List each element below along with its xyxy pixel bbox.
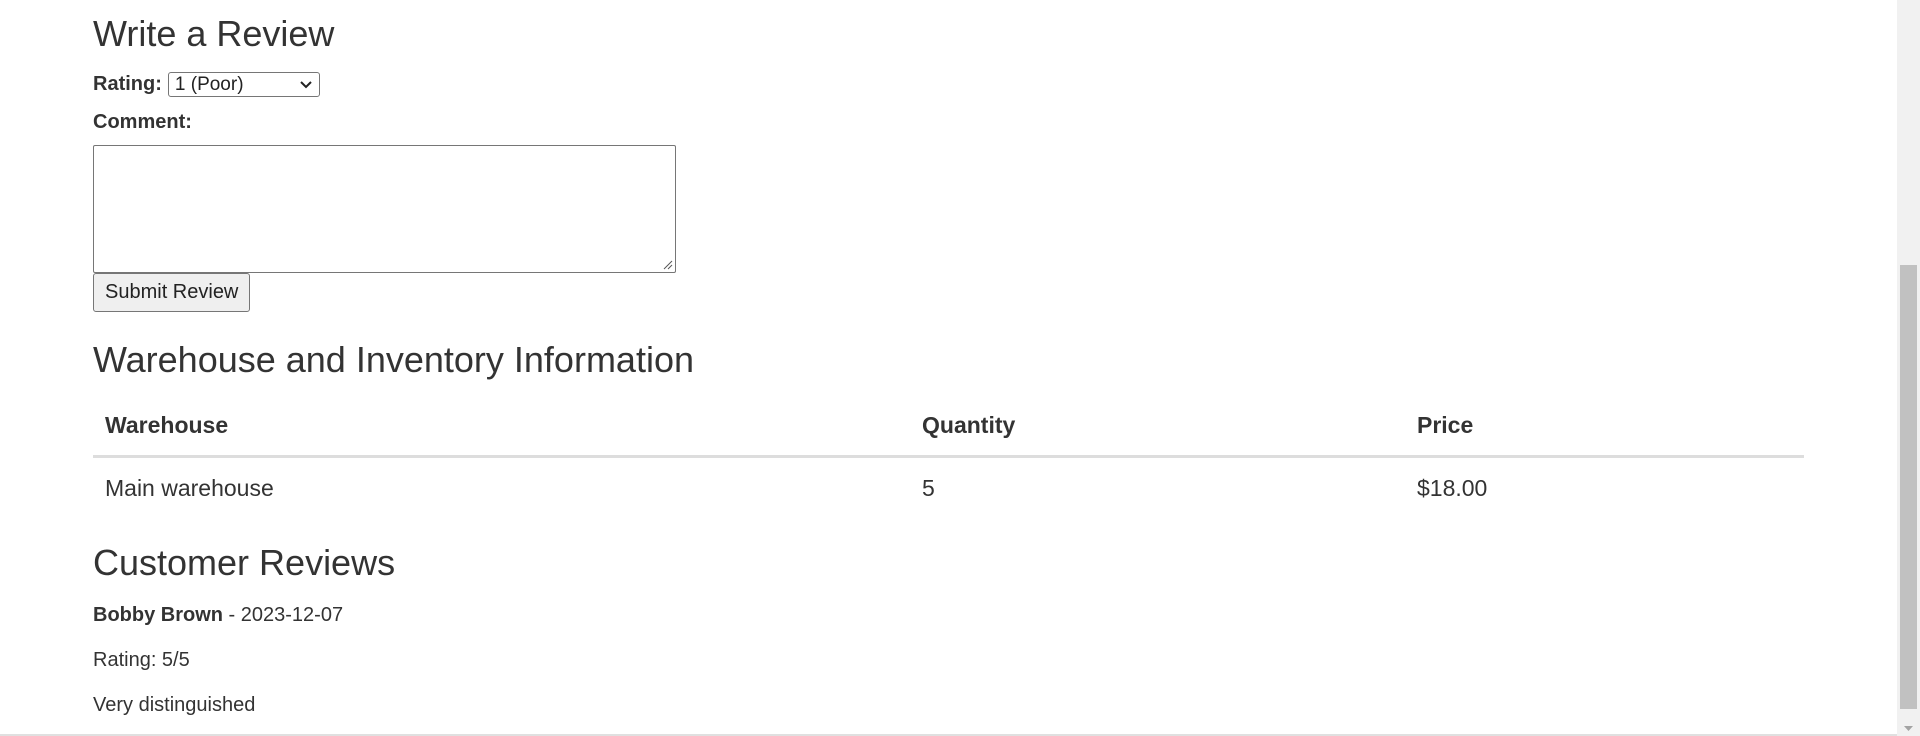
review-separator: - [223, 604, 241, 626]
submit-review-button[interactable]: Submit Review [93, 273, 251, 312]
scrollbar-thumb[interactable] [1900, 265, 1917, 709]
comment-textarea[interactable] [93, 145, 676, 273]
rating-label: Rating: [93, 73, 162, 95]
vertical-scrollbar[interactable] [1897, 0, 1920, 736]
table-row: Main warehouse 5 $18.00 [93, 456, 1804, 516]
inventory-heading: Warehouse and Inventory Information [93, 339, 694, 380]
column-header-quantity: Quantity [910, 402, 1405, 458]
review-date: 2023-12-07 [240, 604, 344, 626]
review-author: Bobby Brown [93, 604, 223, 626]
column-header-warehouse: Warehouse [93, 402, 910, 458]
inventory-table: Warehouse Quantity Price Main warehouse … [93, 402, 1804, 516]
customer-reviews-heading: Customer Reviews [93, 542, 396, 583]
write-review-heading: Write a Review [93, 13, 335, 54]
cell-price: $18.00 [1417, 475, 1488, 502]
cell-quantity: 5 [922, 475, 935, 502]
table-header-row: Warehouse Quantity Price [93, 402, 1804, 458]
page-viewport: Write a Review Rating: 1 (Poor) Comment:… [0, 0, 1920, 736]
rating-select-value: 1 (Poor) [174, 73, 244, 95]
chevron-down-icon [300, 80, 312, 88]
rating-select[interactable]: 1 (Poor) [167, 72, 320, 97]
review-text: Very distinguished [93, 694, 256, 716]
review-header: Bobby Brown - 2023-12-07 [93, 604, 343, 627]
scroll-down-arrow-icon[interactable] [1903, 723, 1914, 734]
rating-row: Rating: 1 (Poor) [93, 72, 320, 97]
comment-label: Comment: [93, 111, 192, 133]
resize-grip-icon[interactable] [661, 258, 673, 270]
review-rating: Rating: 5/5 [93, 649, 190, 671]
column-header-price: Price [1405, 402, 1804, 458]
cell-warehouse: Main warehouse [105, 475, 274, 502]
